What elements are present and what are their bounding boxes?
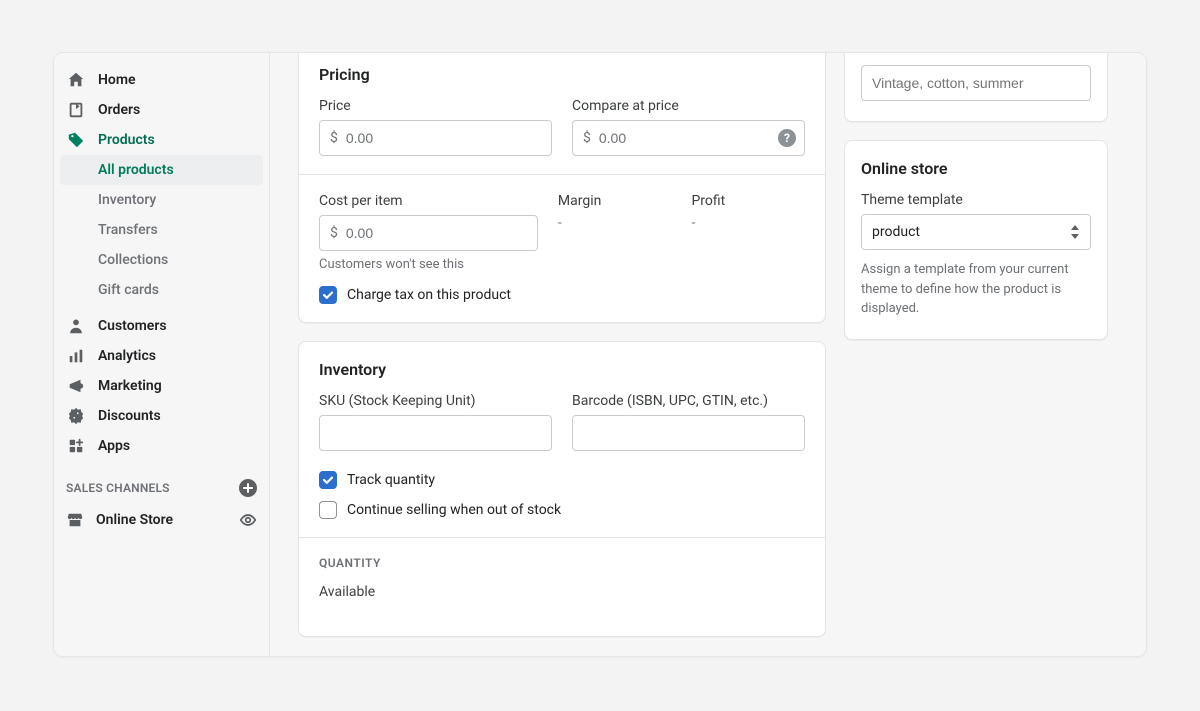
- profit-value: -: [691, 215, 805, 231]
- sku-input[interactable]: [330, 416, 541, 450]
- subnav-label: Inventory: [98, 192, 156, 208]
- orders-icon: [66, 100, 86, 120]
- price-label: Price: [319, 98, 552, 114]
- sales-channels-heading: SALES CHANNELS: [54, 465, 269, 505]
- barcode-input-wrap[interactable]: [572, 415, 805, 451]
- nav-label: Apps: [98, 438, 130, 454]
- theme-template-select[interactable]: product: [861, 214, 1091, 250]
- inventory-title: Inventory: [319, 360, 805, 379]
- section-label-text: SALES CHANNELS: [66, 481, 170, 495]
- tags-card: [844, 53, 1108, 122]
- online-store-title: Online store: [861, 159, 1091, 178]
- subnav-label: Collections: [98, 252, 168, 268]
- theme-template-value: product: [872, 224, 920, 240]
- track-quantity-checkbox[interactable]: [319, 471, 337, 489]
- continue-selling-checkbox[interactable]: [319, 501, 337, 519]
- add-channel-button[interactable]: [239, 479, 257, 497]
- nav-label: Customers: [98, 318, 167, 334]
- pricing-card: Pricing Price $ Compare at price: [298, 53, 826, 323]
- currency-symbol: $: [583, 130, 591, 146]
- subnav-all-products[interactable]: All products: [60, 155, 263, 185]
- barcode-input[interactable]: [583, 416, 794, 450]
- store-icon: [66, 511, 84, 529]
- cost-label: Cost per item: [319, 193, 538, 209]
- nav-marketing[interactable]: Marketing: [54, 371, 269, 401]
- nav-orders[interactable]: Orders: [54, 95, 269, 125]
- select-caret-icon: [1070, 225, 1080, 239]
- inventory-card: Inventory SKU (Stock Keeping Unit) Barco…: [298, 341, 826, 637]
- cost-input[interactable]: [346, 216, 527, 250]
- cost-input-wrap[interactable]: $: [319, 215, 538, 251]
- customers-icon: [66, 316, 86, 336]
- track-quantity-label: Track quantity: [347, 472, 435, 488]
- continue-selling-label: Continue selling when out of stock: [347, 502, 561, 518]
- right-column: Online store Theme template product Assi…: [844, 53, 1108, 656]
- cost-helper: Customers won't see this: [319, 257, 538, 272]
- tags-input-wrap[interactable]: [861, 65, 1091, 101]
- channel-label: Online Store: [96, 512, 173, 528]
- quantity-heading: QUANTITY: [319, 556, 805, 570]
- tags-input[interactable]: [872, 75, 1080, 91]
- subnav-label: All products: [98, 162, 174, 178]
- nav-label: Analytics: [98, 348, 156, 364]
- main-content: Pricing Price $ Compare at price: [270, 53, 1146, 656]
- primary-nav: Home Orders Products All products: [54, 61, 269, 465]
- nav-discounts[interactable]: Discounts: [54, 401, 269, 431]
- nav-analytics[interactable]: Analytics: [54, 341, 269, 371]
- nav-label: Marketing: [98, 378, 162, 394]
- subnav-inventory[interactable]: Inventory: [54, 185, 269, 215]
- currency-symbol: $: [330, 225, 338, 241]
- compare-price-input[interactable]: [599, 121, 794, 155]
- online-store-card: Online store Theme template product Assi…: [844, 140, 1108, 340]
- nav-label: Orders: [98, 102, 140, 118]
- price-input-wrap[interactable]: $: [319, 120, 552, 156]
- channel-online-store[interactable]: Online Store: [54, 505, 269, 535]
- products-icon: [66, 130, 86, 150]
- charge-tax-checkbox[interactable]: [319, 286, 337, 304]
- marketing-icon: [66, 376, 86, 396]
- subnav-transfers[interactable]: Transfers: [54, 215, 269, 245]
- subnav-label: Transfers: [98, 222, 158, 238]
- theme-template-help: Assign a template from your current them…: [861, 260, 1091, 319]
- charge-tax-label: Charge tax on this product: [347, 287, 511, 303]
- compare-price-help-icon[interactable]: ?: [778, 129, 796, 147]
- nav-customers[interactable]: Customers: [54, 311, 269, 341]
- theme-template-label: Theme template: [861, 192, 963, 208]
- nav-label: Home: [98, 72, 136, 88]
- nav-label: Discounts: [98, 408, 161, 424]
- sidebar: Home Orders Products All products: [54, 53, 270, 656]
- price-input[interactable]: [346, 121, 541, 155]
- compare-price-input-wrap[interactable]: $ ?: [572, 120, 805, 156]
- nav-label: Products: [98, 132, 155, 148]
- nav-products[interactable]: Products: [54, 125, 269, 155]
- subnav-gift-cards[interactable]: Gift cards: [54, 275, 269, 305]
- margin-label: Margin: [558, 193, 672, 209]
- compare-price-label: Compare at price: [572, 98, 805, 114]
- sku-label: SKU (Stock Keeping Unit): [319, 393, 552, 409]
- center-column: Pricing Price $ Compare at price: [298, 53, 826, 656]
- discounts-icon: [66, 406, 86, 426]
- app-frame: Home Orders Products All products: [53, 52, 1147, 657]
- nav-home[interactable]: Home: [54, 65, 269, 95]
- currency-symbol: $: [330, 130, 338, 146]
- subnav-label: Gift cards: [98, 282, 159, 298]
- margin-value: -: [558, 215, 672, 231]
- profit-label: Profit: [691, 193, 805, 209]
- apps-icon: [66, 436, 86, 456]
- pricing-title: Pricing: [319, 65, 805, 84]
- nav-apps[interactable]: Apps: [54, 431, 269, 461]
- home-icon: [66, 70, 86, 90]
- available-label: Available: [319, 584, 805, 600]
- barcode-label: Barcode (ISBN, UPC, GTIN, etc.): [572, 393, 805, 409]
- analytics-icon: [66, 346, 86, 366]
- subnav-collections[interactable]: Collections: [54, 245, 269, 275]
- view-store-button[interactable]: [239, 511, 257, 529]
- sku-input-wrap[interactable]: [319, 415, 552, 451]
- products-subnav: All products Inventory Transfers Collect…: [54, 155, 269, 311]
